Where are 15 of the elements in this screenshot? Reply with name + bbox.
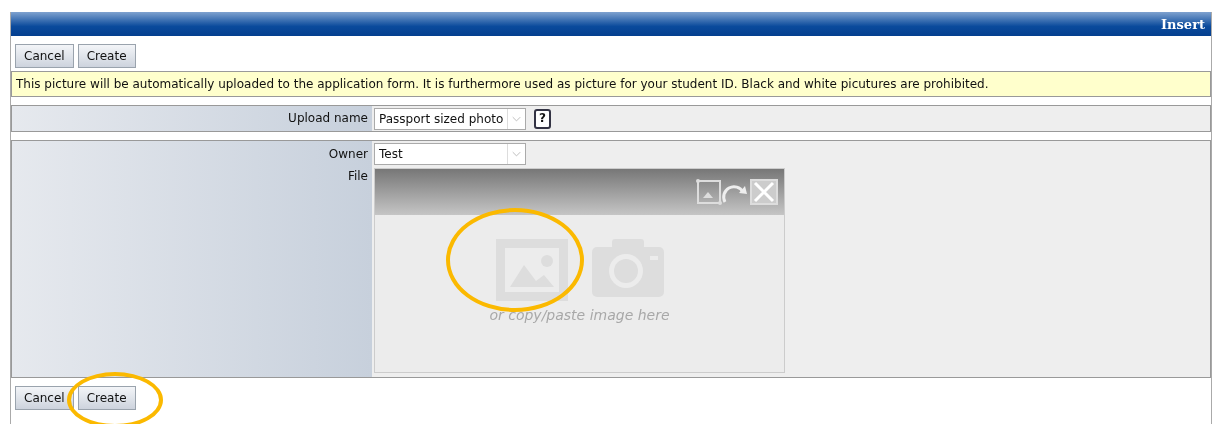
toolbar-button[interactable]: Cancel [15,44,74,68]
window-title: Insert [11,12,1211,36]
toolbar-button[interactable]: Cancel [15,386,74,410]
field-label: Owner [327,146,369,163]
field-label: File [346,168,369,185]
image-tools-icon [695,178,781,206]
upload-name-select[interactable]: Passport sized photo [374,108,526,130]
toolbar-button[interactable]: Create [77,44,136,68]
field-label: Upload name [12,106,372,131]
help-button[interactable]: ? [534,109,551,129]
drop-hint: or copy/paste image here [488,306,671,325]
owner-select[interactable]: Test [374,143,526,165]
toolbar-button[interactable]: Create [77,386,136,410]
notice-text: This picture will be automatically uploaded to the application form. It is furthermore used as picture for your student ID. Black and white picutures are prohibited. [11,71,1211,97]
image-icon [495,239,568,301]
